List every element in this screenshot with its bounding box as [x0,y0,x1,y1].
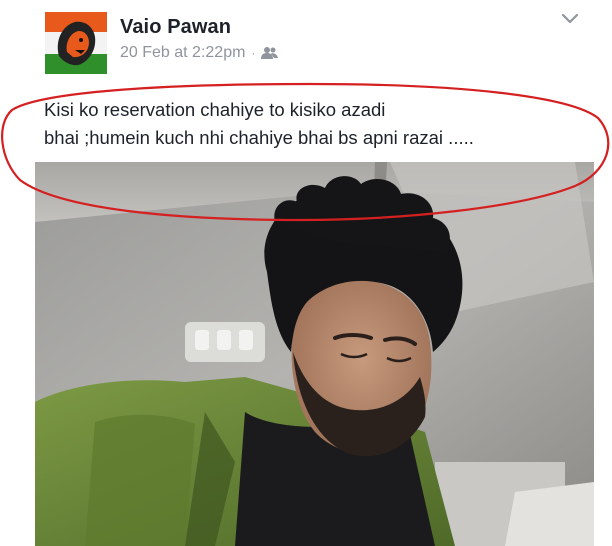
post-meta: 20 Feb at 2:22pm · [120,44,279,62]
meta-separator: · [251,46,256,60]
facebook-post: Vaio Pawan 20 Feb at 2:22pm · Kisi ko re… [0,0,612,546]
post-timestamp[interactable]: 20 Feb at 2:22pm [120,44,245,62]
lion-logo-icon [45,12,107,74]
avatar[interactable] [45,12,107,74]
post-photo[interactable] [35,162,594,546]
chevron-down-icon[interactable] [560,12,580,26]
post-caption: Kisi ko reservation chahiye to kisiko az… [44,96,584,152]
caption-line-1: Kisi ko reservation chahiye to kisiko az… [44,99,386,120]
friends-icon[interactable] [261,46,279,60]
caption-line-2: bhai ;humein kuch nhi chahiye bhai bs ap… [44,127,474,148]
author-name[interactable]: Vaio Pawan [120,16,231,39]
